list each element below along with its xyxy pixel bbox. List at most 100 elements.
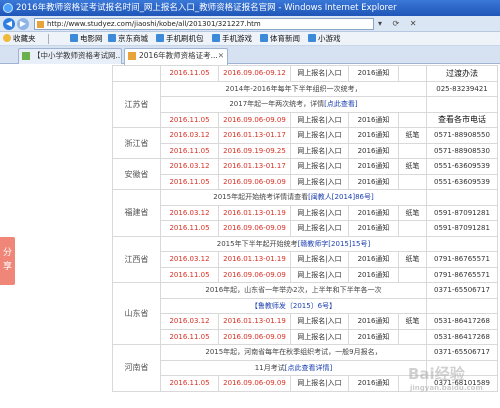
tab-exam-site[interactable]: 【中小学教师资格考试网...	[18, 48, 122, 64]
note-cell: 【鲁教师发〔2015〕6号】	[160, 297, 427, 314]
note-text: 2016年起，山东省一年举办2次，上半年和下半年各一次	[205, 286, 382, 295]
notice-link[interactable]: 2016通知	[348, 65, 399, 82]
online-registration-link[interactable]: 网上报名|入口	[290, 251, 349, 268]
share-button[interactable]: 分享	[0, 237, 15, 285]
online-registration-link[interactable]: 网上报名|入口	[290, 266, 349, 283]
fav-item-jd[interactable]: 京东商城	[108, 34, 148, 44]
back-arrow-icon[interactable]: ◀	[3, 18, 15, 30]
online-registration-link[interactable]: 网上报名|入口	[290, 111, 349, 128]
online-registration-link[interactable]: 网上报名|入口	[290, 328, 349, 345]
exam-format-cell	[398, 142, 427, 159]
close-tab-icon[interactable]: ✕	[218, 49, 224, 63]
notice-link[interactable]: 2016通知	[348, 142, 399, 159]
note-text: 11月考试	[254, 363, 285, 372]
table-row: 2016.11.05 2016.09.06-09.09 网上报名|入口 2016通知 查…	[113, 111, 498, 128]
note-detail-link[interactable]: [点此查看]	[324, 100, 357, 108]
notice-link[interactable]: 2016通知	[348, 220, 399, 237]
tab-favicon-icon	[22, 52, 30, 60]
exam-schedule-table: 2016.11.05 2016.09.06-09.12 网上报名|入口 2016通知过…	[112, 65, 498, 392]
note-text: 2014年-2016年每年下半年组织一次统考，	[225, 84, 362, 93]
online-registration-link[interactable]: 网上报名|入口	[290, 204, 349, 221]
registration-period-cell: 2016.09.06-09.09	[218, 173, 291, 190]
notice-link[interactable]: 2016通知	[348, 328, 399, 345]
tab-bar: 【中小学教师资格考试网... 2016年教师资格证考... ✕	[0, 46, 500, 111]
exam-date-cell: 2016.11.05	[160, 111, 219, 128]
star-icon	[3, 34, 11, 42]
note-detail-link[interactable]: [赣教师字[2015]15号]	[298, 240, 371, 248]
forward-arrow-icon[interactable]: ▶	[17, 18, 29, 30]
table-row: 2016.03.12 2016.01.13-01.19 网上报名|入口 2016通知纸…	[113, 313, 498, 330]
note-cell: 11月考试[点此查看详情]	[160, 359, 427, 376]
registration-period-cell: 2016.01.13-01.19	[218, 251, 291, 268]
note-detail-link[interactable]: [闽教人[2014]86号]	[308, 193, 374, 201]
exam-format-cell	[398, 220, 427, 237]
notice-link[interactable]: 2016通知	[348, 111, 399, 128]
fav-item-movie[interactable]: 电影网	[70, 34, 103, 44]
note-detail-link[interactable]: 【鲁教师发〔2015〕6号】	[251, 302, 336, 310]
online-registration-link[interactable]: 网上报名|入口	[290, 313, 349, 330]
notice-link[interactable]: 2016通知	[348, 127, 399, 144]
notice-link[interactable]: 2016通知	[348, 251, 399, 268]
online-registration-link[interactable]: 网上报名|入口	[290, 220, 349, 237]
url-input[interactable]: http://www.studyez.com/jiaoshi/kobe/all/…	[34, 18, 374, 30]
fav-item-sports[interactable]: 体育新闻	[260, 34, 300, 44]
table-row: 2016.03.12 2016.01.13-01.19 网上报名|入口 2016通知纸…	[113, 204, 498, 221]
fav-item-smallgames[interactable]: 小游戏	[308, 34, 341, 44]
notice-link[interactable]: 2016通知	[348, 158, 399, 175]
phone-cell	[426, 96, 498, 113]
page-favicon-icon	[37, 21, 44, 28]
online-registration-link[interactable]: 网上报名|入口	[290, 127, 349, 144]
registration-period-cell: 2016.09.06-09.09	[218, 266, 291, 283]
exam-format-cell: 纸笔	[398, 251, 427, 268]
online-registration-link[interactable]: 网上报名|入口	[290, 142, 349, 159]
table-row: 2016.11.05 2016.09.06-09.09 网上报名|入口 2016通知 0…	[113, 173, 498, 190]
phone-cell	[426, 235, 498, 252]
table-row: 浙江省 2016.03.12 2016.01.13-01.17 网上报名|入口 2016…	[112, 127, 498, 159]
info-header-cell[interactable]: 查看各市电话	[426, 111, 498, 128]
phone-cell: 0531-86417268	[426, 313, 498, 330]
address-tools[interactable]: ▾ ⟳ ✕	[378, 19, 421, 28]
table-row: 山东省 2016年起，山东省一年举办2次，上半年和下半年各一次 0371-65506…	[112, 282, 498, 345]
note-text: 2017年起一年两次统考，详情	[229, 100, 325, 109]
notice-link[interactable]: 2016通知	[348, 313, 399, 330]
exam-format-cell	[398, 328, 427, 345]
table-row: 2016.11.05 2016.09.06-09.09 网上报名|入口 2016通知 0…	[113, 328, 498, 345]
notice-link[interactable]: 2016通知	[348, 204, 399, 221]
fav-item-games[interactable]: 手机游戏	[212, 34, 252, 44]
url-text: http://www.studyez.com/jiaoshi/kobe/all/…	[47, 20, 261, 28]
exam-date-cell: 2016.03.12	[160, 127, 219, 144]
window-title: 2016年教师资格证考试报名时间_网上报名入口_教师资格证报名官网 - Wind…	[16, 3, 397, 13]
address-bar: ◀ ▶ http://www.studyez.com/jiaoshi/kobe/…	[0, 16, 500, 32]
site-icon	[308, 34, 316, 42]
online-registration-link[interactable]: 网上报名|入口	[290, 375, 349, 392]
watermark-logo: Bai经验 jingyan.baidu.com	[408, 365, 483, 392]
exam-date-cell: 2016.11.05	[160, 142, 219, 159]
tab-current-page[interactable]: 2016年教师资格证考... ✕	[124, 48, 228, 65]
exam-format-cell	[398, 65, 427, 82]
province-cell: 安徽省	[112, 158, 161, 190]
exam-date-cell: 2016.11.05	[160, 65, 219, 82]
exam-date-cell: 2016.03.12	[160, 313, 219, 330]
ie-logo-icon	[3, 3, 13, 13]
table-row: 2016.11.05 2016.09.06-09.09 网上报名|入口 2016通知 0…	[113, 266, 498, 283]
fav-item-rom[interactable]: 手机刷机包	[156, 34, 204, 44]
registration-period-cell: 2016.09.06-09.09	[218, 375, 291, 392]
notice-link[interactable]: 2016通知	[348, 266, 399, 283]
phone-cell: 0571-88908550	[426, 127, 498, 144]
exam-date-cell: 2016.03.12	[160, 204, 219, 221]
phone-cell: 0371-65506717	[426, 282, 498, 299]
online-registration-link[interactable]: 网上报名|入口	[290, 158, 349, 175]
exam-format-cell	[398, 173, 427, 190]
phone-cell: 0591-87091281	[426, 220, 498, 237]
province-cell: 河南省	[112, 344, 161, 392]
registration-period-cell: 2016.09.06-09.09	[218, 328, 291, 345]
window-title-bar: 2016年教师资格证考试报名时间_网上报名入口_教师资格证报名官网 - Wind…	[0, 0, 500, 16]
notice-link[interactable]: 2016通知	[348, 375, 399, 392]
note-detail-link[interactable]: [点此查看详情]	[285, 364, 332, 372]
online-registration-link[interactable]: 网上报名|入口	[290, 65, 349, 82]
online-registration-link[interactable]: 网上报名|入口	[290, 173, 349, 190]
table-row: 河南省 2015年起，河南省每年在秋季组织考试，一般9月报名， 0371-65506…	[112, 344, 498, 392]
favorites-button[interactable]: 收藏夹	[3, 34, 36, 44]
site-icon	[70, 34, 78, 42]
notice-link[interactable]: 2016通知	[348, 173, 399, 190]
